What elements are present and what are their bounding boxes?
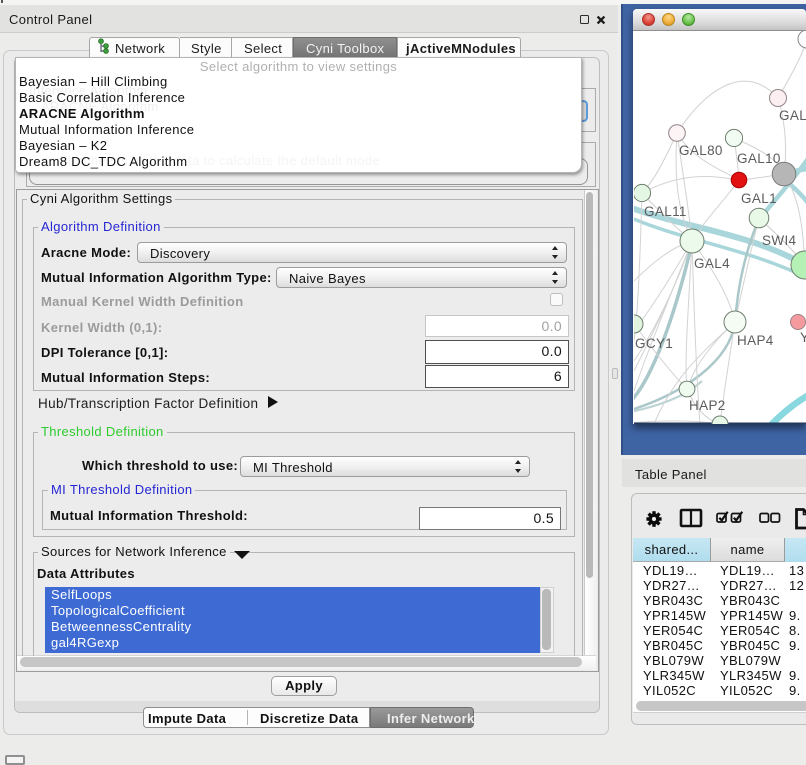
svg-text:SWI4: SWI4 xyxy=(762,233,797,248)
svg-text:GAL4: GAL4 xyxy=(694,256,730,271)
svg-text:Y: Y xyxy=(800,330,806,345)
svg-text:GAL80: GAL80 xyxy=(679,143,723,158)
svg-text:GAL1: GAL1 xyxy=(741,191,777,206)
svg-text:GAL10: GAL10 xyxy=(737,151,781,166)
svg-text:HAP4: HAP4 xyxy=(737,333,774,348)
svg-text:HAP2: HAP2 xyxy=(689,398,726,413)
svg-text:GAL11: GAL11 xyxy=(644,204,687,219)
svg-text:GAL2: GAL2 xyxy=(779,108,806,123)
svg-text:GCY1: GCY1 xyxy=(635,336,673,351)
